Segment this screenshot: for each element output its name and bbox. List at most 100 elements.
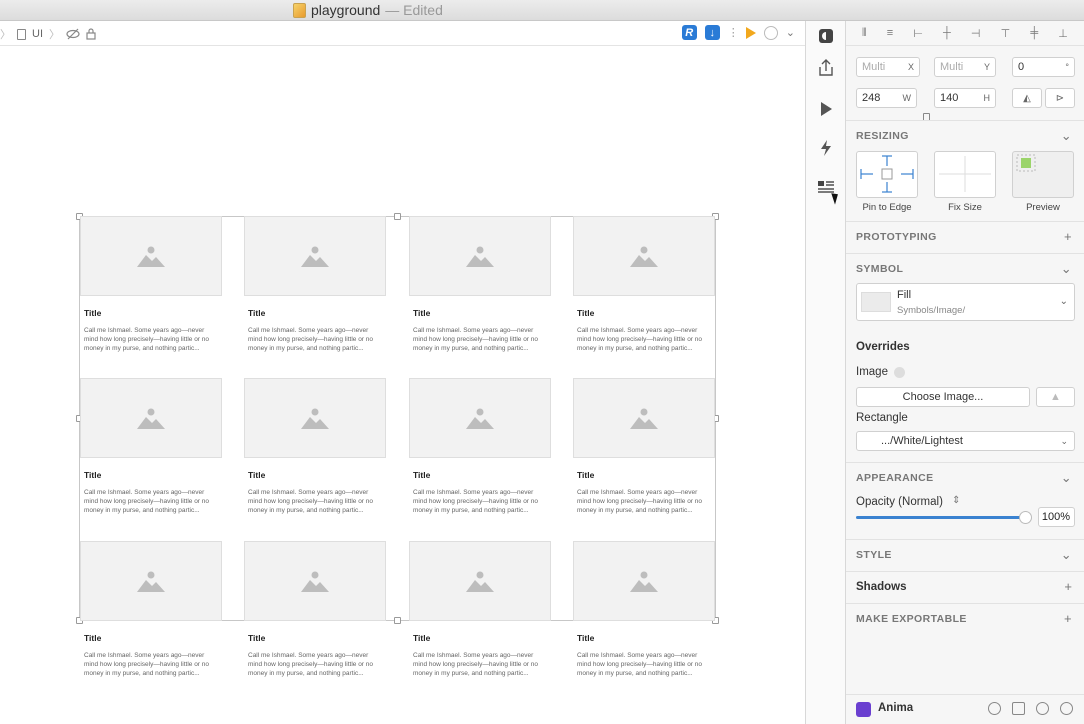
anima-label[interactable]: Anima [878,702,913,714]
height-field[interactable]: 140 H [934,88,996,108]
align-top-icon[interactable]: ⊤ [1001,27,1011,40]
symbol-selector[interactable]: Fill Symbols/Image/ ⌄ [856,283,1075,321]
opacity-slider-track[interactable] [856,516,1026,519]
appearance-header[interactable]: APPEARANCE ⌄ [846,462,1084,492]
opacity-field[interactable]: 100% [1038,507,1075,527]
symbol-thumbnail [861,292,891,312]
chevron-down-icon[interactable]: ⌄ [786,26,795,39]
resize-handle[interactable] [394,213,401,220]
align-middle-icon[interactable]: ╪ [1030,27,1038,39]
chevron-down-icon[interactable]: ⌄ [1061,254,1072,284]
pin-to-edge-option[interactable] [856,151,918,198]
card[interactable]: Title Call me Ishmael. Some years ago—nev… [244,378,386,515]
download-plugin-icon[interactable]: ↓ [704,25,720,40]
opacity-label[interactable]: Opacity (Normal) [856,496,943,508]
height-value: 140 [940,92,959,104]
choose-image-button[interactable]: Choose Image... [856,387,1030,407]
style-header[interactable]: STYLE ⌄ [846,539,1084,569]
chevron-down-icon[interactable]: ⌄ [1061,540,1072,570]
resize-preview [1012,151,1074,198]
rotation-field[interactable]: 0 ° [1012,57,1075,77]
gear-icon[interactable] [1036,702,1049,715]
width-value: 248 [862,92,881,104]
rectangle-style-select[interactable]: .../White/Lightest ⌄ [856,431,1075,451]
compass-icon[interactable] [1060,702,1073,715]
anima-logo-icon[interactable] [856,702,871,717]
opacity-slider-knob[interactable] [1019,511,1032,524]
image-placeholder [573,541,715,621]
breadcrumb-item-ui[interactable]: UI [32,28,43,40]
overrides-title: Overrides [856,341,910,353]
card[interactable]: Title Call me Ishmael. Some years ago—nev… [409,378,551,515]
card[interactable]: Title Call me Ishmael. Some years ago—nev… [80,216,222,353]
toolbar-plugins: R ↓ ⋮ ⌄ [681,25,795,40]
plus-icon[interactable]: + [1064,604,1072,634]
prototyping-header[interactable]: PROTOTYPING + [846,221,1084,251]
card[interactable]: Title Call me Ishmael. Some years ago—nev… [409,541,551,678]
card-body: Call me Ishmael. Some years ago—never mi… [248,652,374,677]
card-body: Call me Ishmael. Some years ago—never mi… [577,652,703,677]
card-title: Title [413,633,431,643]
card[interactable]: Title Call me Ishmael. Some years ago—nev… [244,541,386,678]
rotation-value: 0 [1018,61,1025,73]
shadows-header[interactable]: Shadows + [846,571,1084,601]
card[interactable]: Title Call me Ishmael. Some years ago—nev… [573,541,715,678]
export-icon[interactable] [806,53,846,83]
card-title: Title [248,308,266,318]
prototyping-title: PROTOTYPING [856,231,937,243]
tool-strip [805,21,846,724]
canvas[interactable]: Title Call me Ishmael. Some years ago—nev… [0,46,805,724]
align-bottom-icon[interactable]: ⊥ [1058,27,1068,40]
card[interactable]: Title Call me Ishmael. Some years ago—nev… [573,378,715,515]
stepper-icon[interactable]: ⇕ [952,495,960,506]
chevron-down-icon[interactable]: ⌄ [1061,121,1072,151]
anima-plugin-bar: Anima [846,694,1084,724]
plus-icon[interactable]: + [1064,222,1072,252]
y-field[interactable]: Multi Y [934,57,996,77]
align-left-icon[interactable]: ⊢ [913,27,923,40]
lock-icon[interactable] [86,28,96,40]
y-suffix: Y [983,62,990,72]
fix-size-label: Fix Size [948,202,982,213]
card-body: Call me Ishmael. Some years ago—never mi… [413,327,539,352]
plus-icon[interactable]: + [1064,572,1072,602]
resize-handle[interactable] [394,617,401,624]
lightning-icon[interactable] [806,133,846,163]
symbol-header[interactable]: SYMBOL ⌄ [846,253,1084,283]
width-field[interactable]: 248 W [856,88,917,108]
layout-list-icon[interactable] [806,172,846,202]
flip-horizontal-button[interactable]: ◭ [1012,88,1042,108]
align-right-icon[interactable]: ⊣ [971,27,981,40]
align-center-icon[interactable]: ┼ [943,27,951,39]
window-titlebar: playground — Edited [0,0,1084,21]
image-thumbnail-button[interactable]: ▲ [1036,387,1075,407]
more-dots-icon[interactable]: ⋮ [728,27,739,38]
chevron-down-icon[interactable]: ⌄ [1061,463,1072,493]
fix-size-option[interactable] [934,151,996,198]
card[interactable]: Title Call me Ishmael. Some years ago—nev… [409,216,551,353]
card-title: Title [577,470,595,480]
x-suffix: X [907,62,914,72]
make-exportable-header[interactable]: MAKE EXPORTABLE + [846,603,1084,633]
mirror-icon[interactable] [763,25,778,40]
card[interactable]: Title Call me Ishmael. Some years ago—nev… [80,541,222,678]
anima-toggle-icon[interactable] [806,21,846,51]
card[interactable]: Title Call me Ishmael. Some years ago—nev… [244,216,386,353]
image-placeholder [244,541,386,621]
target-icon[interactable] [988,702,1001,715]
x-field[interactable]: Multi X [856,57,920,77]
rtl-plugin-icon[interactable]: R [681,25,697,40]
flip-vertical-button[interactable]: ⊳ [1045,88,1075,108]
chevron-right-icon: 〉 [49,29,60,41]
hidden-eye-icon[interactable] [66,28,80,40]
play-preview-icon[interactable] [745,26,756,39]
image-override-label: Image [856,366,888,378]
preview-play-icon[interactable] [806,94,846,124]
resizing-header[interactable]: RESIZING ⌄ [846,120,1084,150]
panels-icon[interactable] [1012,702,1025,715]
card[interactable]: Title Call me Ishmael. Some years ago—nev… [573,216,715,353]
card[interactable]: Title Call me Ishmael. Some years ago—nev… [80,378,222,515]
distribute-horizontal-icon[interactable]: ⫴ [862,27,867,40]
distribute-vertical-icon[interactable]: ≡ [887,27,893,39]
rectangle-style-value: .../White/Lightest [881,435,963,447]
